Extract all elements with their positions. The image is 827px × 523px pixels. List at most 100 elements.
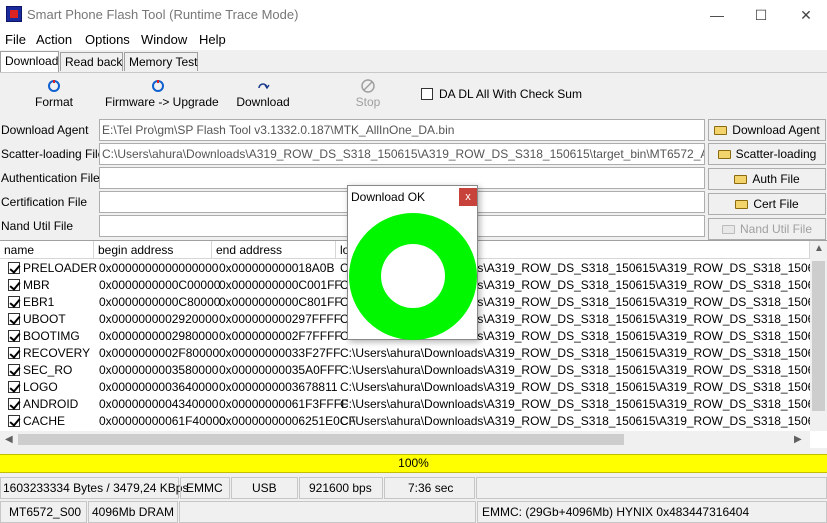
table-row[interactable]: RECOVERY 0x0000000002F80000 0x00000000033F… — [0, 345, 827, 362]
dialog-close-button[interactable]: x — [459, 188, 477, 206]
cell-begin-address: 0x0000000000000000 — [99, 261, 219, 275]
table-row[interactable]: LOGO 0x0000000003640000 0x0000000003678811… — [0, 379, 827, 396]
cert-file-label: Certification File — [1, 191, 97, 213]
cell-name: EBR1 — [23, 295, 55, 309]
cert-file-button[interactable]: Cert File — [708, 193, 826, 215]
download-label: Download — [236, 95, 290, 109]
auth-file-button[interactable]: Auth File — [708, 168, 826, 190]
firmware-upgrade-label: Firmware -> Upgrade — [105, 95, 219, 109]
da-checksum-checkbox[interactable] — [421, 88, 433, 100]
cell-begin-address: 0x0000000002980000 — [99, 329, 219, 343]
folder-icon — [735, 200, 749, 209]
status-spacer-2 — [179, 501, 476, 523]
menu-help[interactable]: Help — [199, 32, 226, 47]
cell-begin-address: 0x0000000003580000 — [99, 363, 219, 377]
cell-name: SEC_RO — [23, 363, 73, 377]
scroll-left-icon[interactable]: ◀ — [5, 434, 13, 445]
table-row[interactable]: SEC_RO 0x0000000003580000 0x00000000035A0F… — [0, 362, 827, 379]
cell-name: ANDROID — [23, 397, 79, 411]
cell-name: UBOOT — [23, 312, 66, 326]
status-chip: MT6572_S00 — [0, 501, 87, 523]
download-agent-field[interactable]: E:\Tel Pro\gm\SP Flash Tool v3.1332.0.18… — [99, 119, 705, 141]
maximize-button[interactable]: ☐ — [738, 0, 784, 30]
cell-begin-address: 0x0000000002F80000 — [99, 346, 220, 360]
horizontal-scrollbar[interactable]: ◀ ▶ — [0, 431, 810, 448]
download-agent-button[interactable]: Download Agent — [708, 119, 826, 141]
cell-name: BOOTIMG — [23, 329, 80, 343]
cert-file-button-label: Cert File — [753, 197, 799, 211]
status-baud: 921600 bps — [299, 477, 383, 499]
menu-action[interactable]: Action — [36, 32, 72, 47]
cell-begin-address: 0x0000000002920000 — [99, 312, 219, 326]
row-checkbox[interactable] — [8, 364, 20, 376]
auth-file-label: Authentication File — [1, 167, 100, 189]
folder-icon — [721, 225, 735, 234]
da-checksum-label: DA DL All With Check Sum — [439, 87, 582, 101]
column-header-name[interactable]: name — [0, 241, 94, 259]
firmware-upgrade-icon — [152, 80, 164, 92]
minimize-button[interactable]: — — [694, 0, 740, 30]
stop-icon — [361, 79, 375, 93]
title-bar: Smart Phone Flash Tool (Runtime Trace Mo… — [0, 0, 827, 30]
status-dram: 4096Mb DRAM — [88, 501, 178, 523]
vertical-scrollbar[interactable]: ▲ — [810, 241, 827, 431]
cell-end-address: 0x00000000006251E0CF — [219, 414, 356, 428]
download-agent-button-label: Download Agent — [732, 123, 820, 137]
row-checkbox[interactable] — [8, 415, 20, 427]
cell-end-address: 0x0000000000C801FF — [219, 295, 342, 309]
nand-util-label: Nand Util File — [1, 215, 97, 237]
cell-end-address: 0x000000000297FFFF — [219, 312, 342, 326]
firmware-upgrade-button[interactable]: Firmware -> Upgrade — [105, 79, 219, 109]
tab-memory-test[interactable]: Memory Test — [124, 52, 198, 71]
scatter-loading-button[interactable]: Scatter-loading — [708, 143, 826, 165]
cell-location: C:\Users\ahura\Downloads\A319_ROW_DS_S31… — [340, 414, 827, 428]
cell-end-address: 0x0000000000C001FF — [219, 278, 342, 292]
nand-util-button[interactable]: Nand Util File — [708, 218, 826, 240]
cell-location: C:\Users\ahura\Downloads\A319_ROW_DS_S31… — [340, 363, 827, 377]
row-checkbox[interactable] — [8, 279, 20, 291]
row-checkbox[interactable] — [8, 347, 20, 359]
cell-begin-address: 0x00000000061F40000 — [99, 414, 226, 428]
row-checkbox[interactable] — [8, 262, 20, 274]
vertical-scroll-thumb[interactable] — [812, 261, 825, 411]
close-button[interactable]: ✕ — [783, 0, 827, 30]
tab-download[interactable]: Download — [0, 51, 59, 72]
cell-location: C:\Users\ahura\Downloads\A319_ROW_DS_S31… — [340, 380, 827, 394]
cell-location: C:\Users\ahura\Downloads\A319_ROW_DS_S31… — [340, 346, 827, 360]
auth-file-button-label: Auth File — [752, 172, 800, 186]
format-button[interactable]: Format — [34, 79, 74, 109]
download-button[interactable]: Download — [236, 79, 290, 109]
cell-end-address: 0x00000000033F27FF — [219, 346, 341, 360]
stop-button[interactable]: Stop — [352, 79, 384, 109]
row-checkbox[interactable] — [8, 398, 20, 410]
cell-name: MBR — [23, 278, 50, 292]
status-time: 7:36 sec — [384, 477, 475, 499]
format-icon — [48, 80, 60, 92]
menu-window[interactable]: Window — [141, 32, 187, 47]
folder-icon — [717, 150, 731, 159]
cell-end-address: 0x0000000003678811 — [219, 380, 338, 394]
cell-end-address: 0x00000000061F3FFFF — [219, 397, 349, 411]
status-port: USB — [231, 477, 298, 499]
row-checkbox[interactable] — [8, 313, 20, 325]
column-header-begin-address[interactable]: begin address — [94, 241, 212, 259]
download-agent-label: Download Agent — [1, 119, 97, 141]
scroll-right-icon[interactable]: ▶ — [794, 434, 802, 445]
table-row[interactable]: CACHE 0x00000000061F40000 0x00000000006251… — [0, 413, 827, 430]
horizontal-scroll-thumb[interactable] — [18, 434, 624, 445]
success-ring-hole — [381, 244, 445, 308]
tab-read-back[interactable]: Read back — [60, 52, 123, 71]
scatter-file-field[interactable]: C:\Users\ahura\Downloads\A319_ROW_DS_S31… — [99, 143, 705, 165]
cell-begin-address: 0x0000000003640000 — [99, 380, 219, 394]
row-checkbox[interactable] — [8, 330, 20, 342]
row-checkbox[interactable] — [8, 296, 20, 308]
status-emmc-info: EMMC: (29Gb+4096Mb) HYNIX 0x483447316404 — [477, 501, 827, 523]
row-checkbox[interactable] — [8, 381, 20, 393]
menu-file[interactable]: File — [5, 32, 26, 47]
column-header-end-address[interactable]: end address — [212, 241, 336, 259]
scroll-up-icon[interactable]: ▲ — [814, 243, 824, 254]
table-row[interactable]: ANDROID 0x0000000004340000 0x00000000061F3… — [0, 396, 827, 413]
status-bytes: 1603233334 Bytes / 3479,24 KBps — [0, 477, 188, 499]
menu-options[interactable]: Options — [85, 32, 130, 47]
success-ring-icon — [349, 213, 477, 340]
